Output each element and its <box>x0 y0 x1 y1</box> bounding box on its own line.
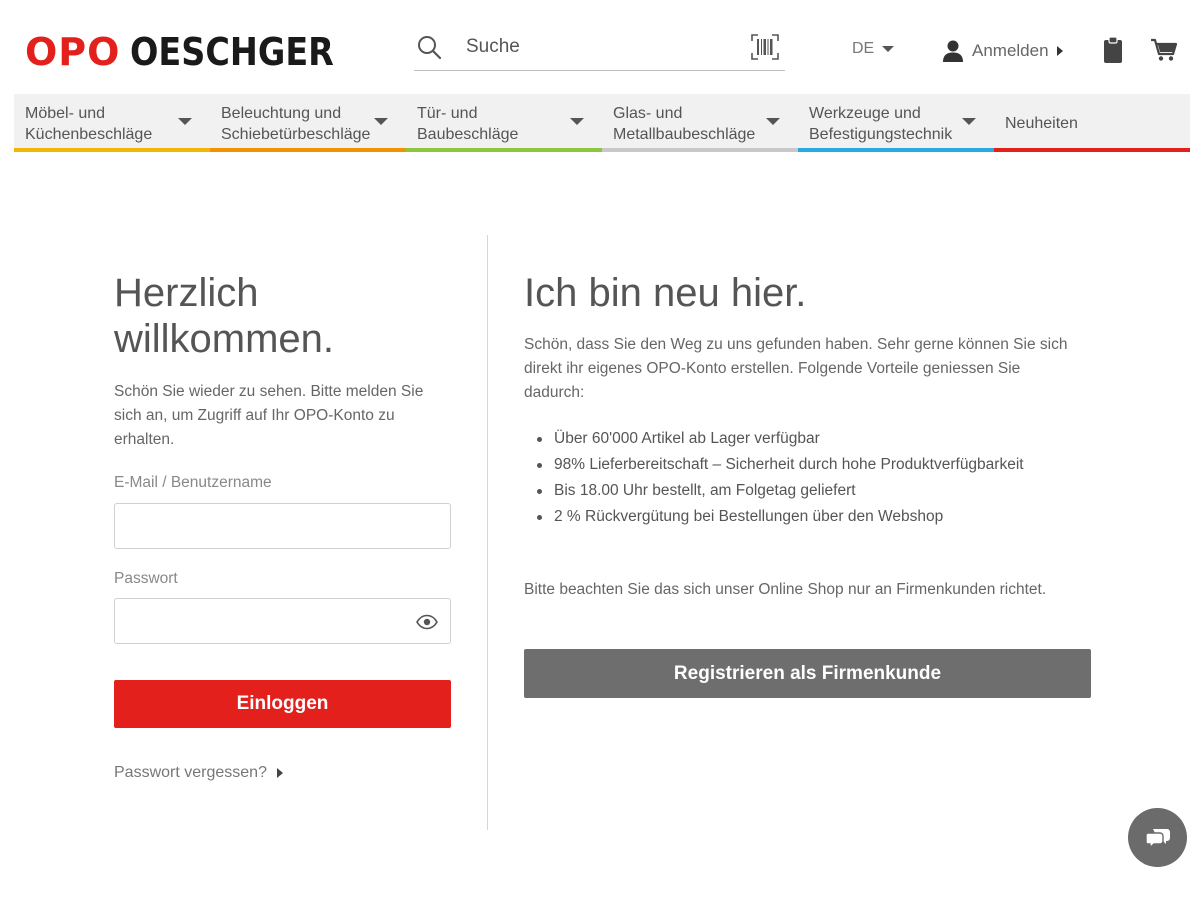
password-field[interactable] <box>115 599 450 643</box>
password-field-wrapper <box>114 598 451 644</box>
chevron-down-icon <box>766 118 780 125</box>
login-button[interactable]: Einloggen <box>114 680 451 728</box>
cart-icon[interactable] <box>1150 38 1178 62</box>
chevron-down-icon <box>882 46 895 52</box>
category-nav: Möbel- und Küchenbeschläge Beleuchtung un… <box>14 94 1190 152</box>
logo-opo: OPO <box>25 30 121 74</box>
email-field-wrapper <box>114 503 451 549</box>
search-input[interactable] <box>466 30 736 64</box>
nav-item-label: Beleuchtung und Schiebetürbeschläge <box>221 105 371 143</box>
chevron-down-icon <box>570 118 584 125</box>
login-title: Herzlich willkommen. <box>114 271 335 361</box>
register-button[interactable]: Registrieren als Firmenkunde <box>524 649 1091 698</box>
language-selector[interactable]: DE <box>852 38 895 60</box>
register-title: Ich bin neu hier. <box>524 271 807 315</box>
nav-item-moebel[interactable]: Möbel- und Küchenbeschläge <box>14 94 210 152</box>
column-divider <box>487 235 488 830</box>
list-item: 98% Lieferbereitschaft – Sicherheit durc… <box>524 452 1104 478</box>
chevron-right-icon <box>1056 46 1063 56</box>
nav-item-label: Werkzeuge und Befestigungstechnik <box>809 105 953 143</box>
nav-item-label: Tür- und Baubeschläge <box>417 105 519 143</box>
nav-item-label: Glas- und Metallbaubeschläge <box>613 105 756 143</box>
language-label: DE <box>852 40 875 57</box>
barcode-icon[interactable] <box>751 34 779 60</box>
chevron-down-icon <box>962 118 976 125</box>
nav-item-label: Möbel- und Küchenbeschläge <box>25 105 153 143</box>
eye-icon[interactable] <box>416 614 438 630</box>
chevron-down-icon <box>178 118 192 125</box>
login-intro: Schön Sie wieder zu sehen. Bitte melden … <box>114 383 424 448</box>
forgot-password-label: Passwort vergessen? <box>114 764 267 781</box>
header: OPO OESCHGER DE Anmelden <box>0 0 1203 94</box>
search-icon[interactable] <box>416 34 442 60</box>
email-label: E-Mail / Benutzername <box>114 474 272 491</box>
register-intro: Schön, dass Sie den Weg zu uns gefunden … <box>524 336 1068 401</box>
nav-accent-bar <box>14 148 210 152</box>
nav-accent-bar <box>798 148 994 152</box>
list-item: 2 % Rückvergütung bei Bestellungen über … <box>524 504 1104 530</box>
logo-oeschger: OESCHGER <box>130 30 335 74</box>
nav-accent-bar <box>210 148 406 152</box>
chat-icon <box>1144 828 1170 849</box>
chevron-down-icon <box>374 118 388 125</box>
forgot-password-link[interactable]: Passwort vergessen? <box>114 762 283 784</box>
nav-item-label: Neuheiten <box>1005 115 1078 132</box>
nav-accent-bar <box>994 148 1190 152</box>
nav-item-glas[interactable]: Glas- und Metallbaubeschläge <box>602 94 798 152</box>
chevron-right-icon <box>276 768 283 778</box>
list-item: Über 60'000 Artikel ab Lager verfügbar <box>524 426 1104 452</box>
nav-item-beleuchtung[interactable]: Beleuchtung und Schiebetürbeschläge <box>210 94 406 152</box>
login-link[interactable]: Anmelden <box>942 38 1063 64</box>
password-label: Passwort <box>114 570 178 587</box>
business-only-notice: Bitte beachten Sie das sich unser Online… <box>524 581 1047 598</box>
chat-button[interactable] <box>1128 808 1187 867</box>
login-label: Anmelden <box>972 41 1049 60</box>
nav-item-tuer[interactable]: Tür- und Baubeschläge <box>406 94 602 152</box>
benefits-list: Über 60'000 Artikel ab Lager verfügbar 9… <box>524 426 1104 530</box>
email-field[interactable] <box>115 504 450 548</box>
nav-accent-bar <box>602 148 798 152</box>
brand-logo[interactable]: OPO OESCHGER <box>25 30 362 74</box>
search-bar <box>414 28 785 71</box>
nav-item-werkzeuge[interactable]: Werkzeuge und Befestigungstechnik <box>798 94 994 152</box>
nav-item-neuheiten[interactable]: Neuheiten <box>994 94 1190 152</box>
list-item: Bis 18.00 Uhr bestellt, am Folgetag geli… <box>524 478 1104 504</box>
user-icon <box>943 40 963 62</box>
nav-accent-bar <box>406 148 602 152</box>
clipboard-icon[interactable] <box>1102 36 1124 64</box>
